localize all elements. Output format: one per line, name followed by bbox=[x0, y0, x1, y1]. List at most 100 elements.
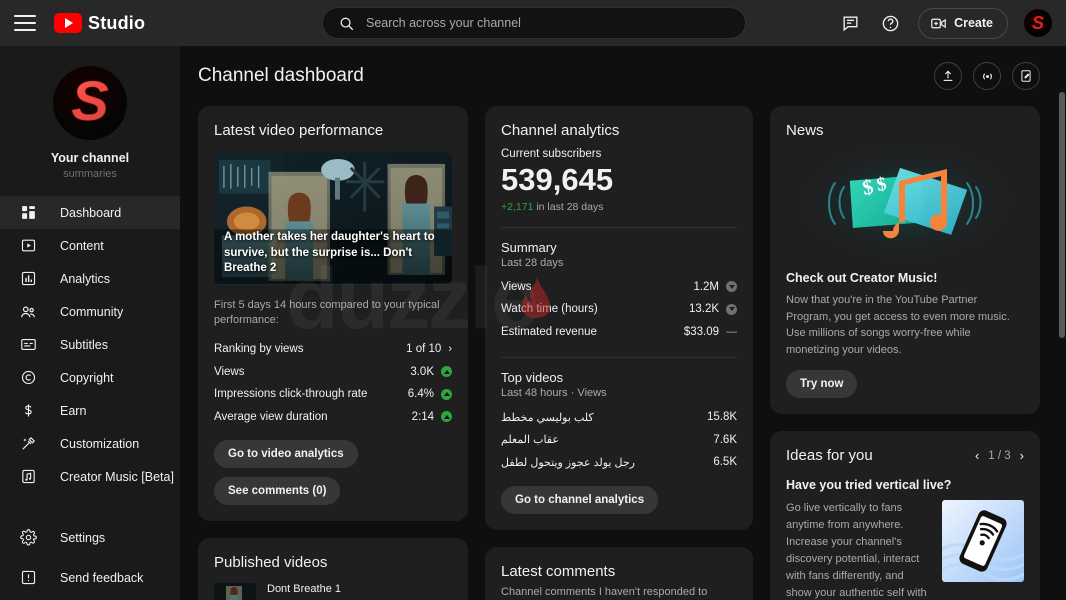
summary-title: Summary bbox=[501, 239, 557, 255]
sidebar-item-analytics[interactable]: Analytics bbox=[0, 262, 180, 295]
sidebar-item-subtitles[interactable]: Subtitles bbox=[0, 328, 180, 361]
dashboard-icon bbox=[18, 203, 38, 223]
sidebar-item-settings[interactable]: Settings bbox=[0, 521, 180, 554]
latest-video-thumbnail[interactable]: A mother takes her daughter's heart to s… bbox=[214, 152, 452, 285]
published-video-title: Dont Breathe 1 bbox=[267, 582, 341, 595]
page-title: Channel dashboard bbox=[198, 65, 364, 86]
card-title: Channel analytics bbox=[501, 122, 620, 139]
card-title: News bbox=[786, 122, 824, 139]
top-video-views: 6.5K bbox=[713, 456, 738, 469]
go-to-video-analytics-button[interactable]: Go to video analytics bbox=[214, 439, 358, 468]
ideas-for-you-card: Ideas for you ‹ 1 / 3 › Have you tried v… bbox=[770, 431, 1041, 600]
sidebar-label: Analytics bbox=[60, 271, 111, 286]
delta-value: +2,171 bbox=[501, 200, 534, 213]
news-body: Now that you're in the YouTube Partner P… bbox=[786, 294, 1010, 356]
create-button-label: Create bbox=[954, 16, 993, 30]
channel-name: Your channel bbox=[50, 151, 130, 165]
help-icon[interactable] bbox=[878, 11, 902, 35]
metric-label: Impressions click-through rate bbox=[214, 388, 368, 401]
create-video-icon bbox=[931, 18, 946, 28]
search-input[interactable] bbox=[366, 16, 729, 30]
top-video-views: 15.8K bbox=[706, 411, 738, 424]
upload-videos-button[interactable] bbox=[934, 62, 962, 90]
create-post-button[interactable] bbox=[1012, 62, 1040, 90]
summary-value: 13.2K bbox=[688, 303, 720, 316]
sidebar-item-community[interactable]: Community bbox=[0, 295, 180, 328]
sidebar-item-send-feedback[interactable]: Send feedback bbox=[0, 561, 180, 594]
trend-up-icon bbox=[441, 411, 452, 423]
sidebar-item-creator-music[interactable]: Creator Music [Beta] bbox=[0, 460, 180, 493]
sidebar-label: Earn bbox=[60, 403, 87, 418]
sidebar-label: Dashboard bbox=[60, 205, 122, 220]
idea-body: Go live vertically to fans anytime from … bbox=[786, 500, 1025, 600]
top-video-row[interactable]: كلب بوليسي مخطط 15.8K bbox=[501, 406, 737, 429]
next-idea-button[interactable]: › bbox=[1020, 448, 1024, 463]
delta-suffix: in last 28 days bbox=[536, 200, 604, 213]
sidebar-label: Customization bbox=[60, 436, 140, 451]
search-icon bbox=[340, 17, 354, 30]
summary-label: Watch time (hours) bbox=[501, 303, 598, 316]
channel-summary[interactable]: S Your channel summaries bbox=[0, 60, 180, 196]
prev-idea-button[interactable]: ‹ bbox=[975, 448, 979, 463]
main-content: Channel dashboard Latest video performan… bbox=[180, 46, 1066, 600]
see-comments-button[interactable]: See comments (0) bbox=[214, 476, 341, 505]
sidebar-label: Content bbox=[60, 238, 104, 253]
studio-logo[interactable]: Studio bbox=[54, 13, 145, 34]
column-middle: Channel analytics Current subscribers 53… bbox=[485, 106, 754, 600]
summary-value: 1.2M bbox=[693, 280, 720, 293]
go-to-channel-analytics-button[interactable]: Go to channel analytics bbox=[501, 485, 659, 514]
sidebar-item-dashboard[interactable]: Dashboard bbox=[0, 196, 180, 229]
sidebar-item-copyright[interactable]: Copyright bbox=[0, 361, 180, 394]
sidebar-label: Copyright bbox=[60, 370, 114, 385]
scrollbar-thumb[interactable] bbox=[1059, 92, 1065, 338]
top-video-views: 7.6K bbox=[713, 433, 738, 446]
metric-row-ctr: Impressions click-through rate 6.4% bbox=[214, 383, 452, 406]
metric-value: 6.4% bbox=[407, 388, 434, 401]
sidebar-label: Creator Music [Beta] bbox=[60, 469, 174, 484]
latest-comments-subtitle: Channel comments I haven't responded to bbox=[501, 585, 708, 598]
page-header-actions bbox=[934, 62, 1040, 90]
sidebar-label: Community bbox=[60, 304, 124, 319]
card-title: Latest video performance bbox=[214, 122, 384, 139]
news-card: News $ $ Check out Creator Music! Now th… bbox=[770, 106, 1041, 414]
metric-row-views: Views 3.0K bbox=[214, 360, 452, 383]
idea-description: Go live vertically to fans anytime from … bbox=[786, 502, 927, 600]
metric-value: 3.0K bbox=[410, 365, 434, 378]
feedback-icon[interactable] bbox=[838, 11, 862, 35]
metric-row-ranking[interactable]: Ranking by views 1 of 10 › bbox=[214, 338, 452, 361]
sidebar-item-content[interactable]: Content bbox=[0, 229, 180, 262]
settings-icon bbox=[18, 528, 38, 548]
summary-row-watchtime: Watch time (hours) 13.2K bbox=[501, 298, 738, 321]
brand-label: Studio bbox=[88, 12, 146, 33]
sidebar-item-earn[interactable]: Earn bbox=[0, 394, 180, 427]
scrollbar[interactable] bbox=[1058, 92, 1066, 600]
published-video-row[interactable]: Dont Breathe 1 58 bbox=[214, 582, 452, 600]
latest-video-performance-card: Latest video performance A mother takes … bbox=[198, 106, 468, 521]
top-videos-period: Last 48 hours · Views bbox=[501, 387, 607, 400]
edit-post-icon bbox=[1021, 70, 1031, 82]
create-button[interactable]: Create bbox=[918, 7, 1008, 39]
hamburger-icon[interactable] bbox=[14, 15, 36, 31]
card-title: Latest comments bbox=[501, 562, 616, 580]
sidebar-item-customization[interactable]: Customization bbox=[0, 427, 180, 460]
search-box[interactable] bbox=[322, 7, 746, 39]
try-now-button[interactable]: Try now bbox=[786, 370, 858, 398]
live-icon bbox=[982, 72, 992, 80]
top-video-row[interactable]: رجل يولد عجوز ويتحول لطفل 6.5K bbox=[501, 451, 737, 474]
account-avatar[interactable]: S bbox=[1024, 9, 1052, 37]
published-videos-card: Published videos Dont Breathe 1 bbox=[198, 537, 468, 600]
summary-label: Views bbox=[501, 280, 532, 293]
trend-up-icon bbox=[441, 388, 452, 400]
metric-value: 1 of 10 bbox=[406, 343, 442, 356]
sidebar: S Your channel summaries Dashboard Conte… bbox=[0, 46, 180, 600]
page-header: Channel dashboard bbox=[180, 46, 1066, 92]
metric-label: Ranking by views bbox=[214, 343, 304, 356]
top-video-row[interactable]: عقاب المعلم 7.6K bbox=[501, 429, 737, 452]
chevron-right-icon: › bbox=[448, 343, 452, 356]
community-icon bbox=[18, 302, 38, 322]
trend-up-icon bbox=[441, 366, 452, 378]
go-live-button[interactable] bbox=[973, 62, 1001, 90]
published-video-thumbnail bbox=[214, 582, 256, 600]
send-feedback-icon bbox=[18, 568, 38, 588]
ideas-pager: ‹ 1 / 3 › bbox=[975, 448, 1024, 463]
